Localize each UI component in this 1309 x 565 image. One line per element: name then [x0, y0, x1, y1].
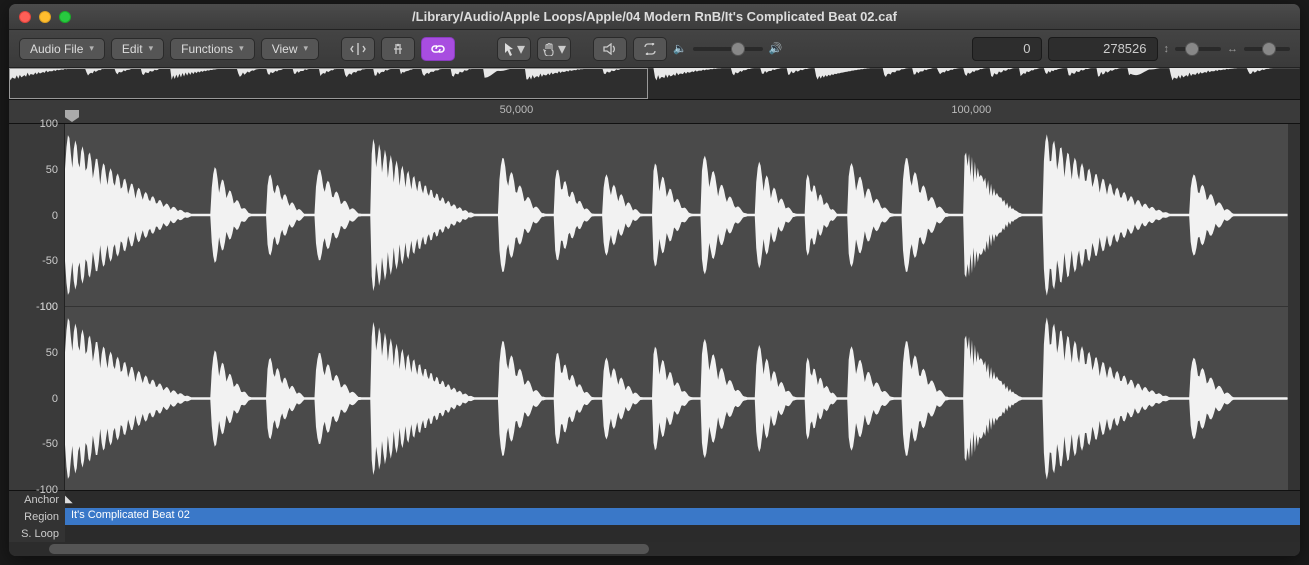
volume-slider[interactable] [693, 47, 763, 51]
cycle-icon [642, 43, 658, 55]
chevron-down-icon: ▾ [517, 39, 525, 59]
titlebar[interactable]: /Library/Audio/Apple Loops/Apple/04 Mode… [9, 4, 1300, 30]
menu-label: Edit [122, 42, 143, 56]
transient-mode-button[interactable] [341, 37, 375, 61]
pointer-tool-button[interactable]: ▾ [497, 37, 531, 61]
horizontal-scrollbar[interactable] [9, 542, 1300, 556]
waveform-channels[interactable] [65, 124, 1300, 490]
volume-control: 🔈 🔊 [673, 42, 782, 55]
chevron-down-icon: ▾ [558, 39, 566, 59]
window-title: /Library/Audio/Apple Loops/Apple/04 Mode… [19, 9, 1290, 24]
axis-label: 50 [46, 347, 58, 359]
position-readout-end[interactable]: 278526 [1048, 37, 1158, 61]
chevron-down-icon: ▾ [303, 43, 308, 54]
menu-label: Audio File [30, 42, 83, 56]
close-button[interactable] [19, 11, 31, 23]
readout-value: 0 [1023, 41, 1030, 56]
playhead-handle[interactable] [65, 110, 79, 122]
link-icon [430, 43, 446, 55]
ruler-tick: 100,000 [951, 104, 991, 116]
menu-label: Functions [181, 42, 233, 56]
axis-label: -50 [42, 255, 58, 267]
axis-label: 0 [52, 393, 58, 405]
toolbar: Audio File ▾ Edit ▾ Functions ▾ View ▾ ▾ [9, 30, 1300, 68]
vzoom-icon: ↕ [1164, 43, 1170, 55]
speaker-icon [603, 43, 617, 55]
vertical-scrollbar[interactable] [1288, 124, 1300, 490]
edit-menu[interactable]: Edit ▾ [111, 38, 164, 60]
footer: Anchor ◣ Region It's Complicated Beat 02… [9, 490, 1300, 556]
vertical-zoom-slider[interactable] [1175, 47, 1221, 51]
scrollbar-thumb[interactable] [49, 544, 649, 554]
hzoom-icon: ↔ [1227, 43, 1238, 55]
waveform-overview[interactable] [9, 68, 1300, 100]
pointer-icon [503, 42, 515, 56]
hand-tool-button[interactable]: ▾ [537, 37, 571, 61]
link-button[interactable] [421, 37, 455, 61]
menu-label: View [272, 42, 298, 56]
channel-left[interactable] [65, 124, 1288, 307]
volume-low-icon: 🔈 [673, 42, 687, 55]
sloop-row[interactable]: S. Loop [9, 525, 1300, 542]
horizontal-zoom-control: ↔ [1227, 43, 1290, 55]
zoom-button[interactable] [59, 11, 71, 23]
axis-label: 0 [52, 210, 58, 222]
audio-editor-window: /Library/Audio/Apple Loops/Apple/04 Mode… [9, 4, 1300, 556]
axis-label: -50 [42, 438, 58, 450]
overview-selection[interactable] [9, 68, 648, 99]
audio-file-menu[interactable]: Audio File ▾ [19, 38, 105, 60]
region-label: Region [9, 511, 65, 523]
axis-label: -100 [36, 484, 58, 496]
window-controls [19, 11, 71, 23]
chevron-down-icon: ▾ [239, 43, 244, 54]
anchor-row[interactable]: Anchor ◣ [9, 491, 1300, 508]
view-menu[interactable]: View ▾ [261, 38, 319, 60]
position-readout-start[interactable]: 0 [972, 37, 1042, 61]
preview-button[interactable] [593, 37, 627, 61]
region-row[interactable]: Region It's Complicated Beat 02 [9, 508, 1300, 525]
channel-right[interactable] [65, 307, 1288, 490]
time-ruler[interactable]: 50,000 100,000 [9, 100, 1300, 124]
cycle-button[interactable] [633, 37, 667, 61]
transient-icon [350, 42, 366, 56]
chevron-down-icon: ▾ [149, 43, 154, 54]
vertical-zoom-control: ↕ [1164, 43, 1222, 55]
axis-label: 100 [40, 301, 58, 313]
region-name: It's Complicated Beat 02 [71, 509, 190, 521]
flex-icon [391, 42, 405, 56]
axis-label: 50 [46, 164, 58, 176]
functions-menu[interactable]: Functions ▾ [170, 38, 255, 60]
waveform-area: 100500-50-100100500-50-100 [9, 124, 1300, 490]
readout-value: 278526 [1103, 41, 1146, 56]
flex-mode-button[interactable] [381, 37, 415, 61]
hand-icon [542, 42, 556, 56]
anchor-marker-icon[interactable]: ◣ [65, 494, 73, 505]
minimize-button[interactable] [39, 11, 51, 23]
ruler-tick: 50,000 [500, 104, 534, 116]
sloop-label: S. Loop [9, 528, 65, 540]
chevron-down-icon: ▾ [89, 43, 94, 54]
horizontal-zoom-slider[interactable] [1244, 47, 1290, 51]
axis-label: 100 [40, 118, 58, 130]
volume-high-icon: 🔊 [769, 42, 783, 55]
amplitude-axis: 100500-50-100100500-50-100 [9, 124, 65, 490]
